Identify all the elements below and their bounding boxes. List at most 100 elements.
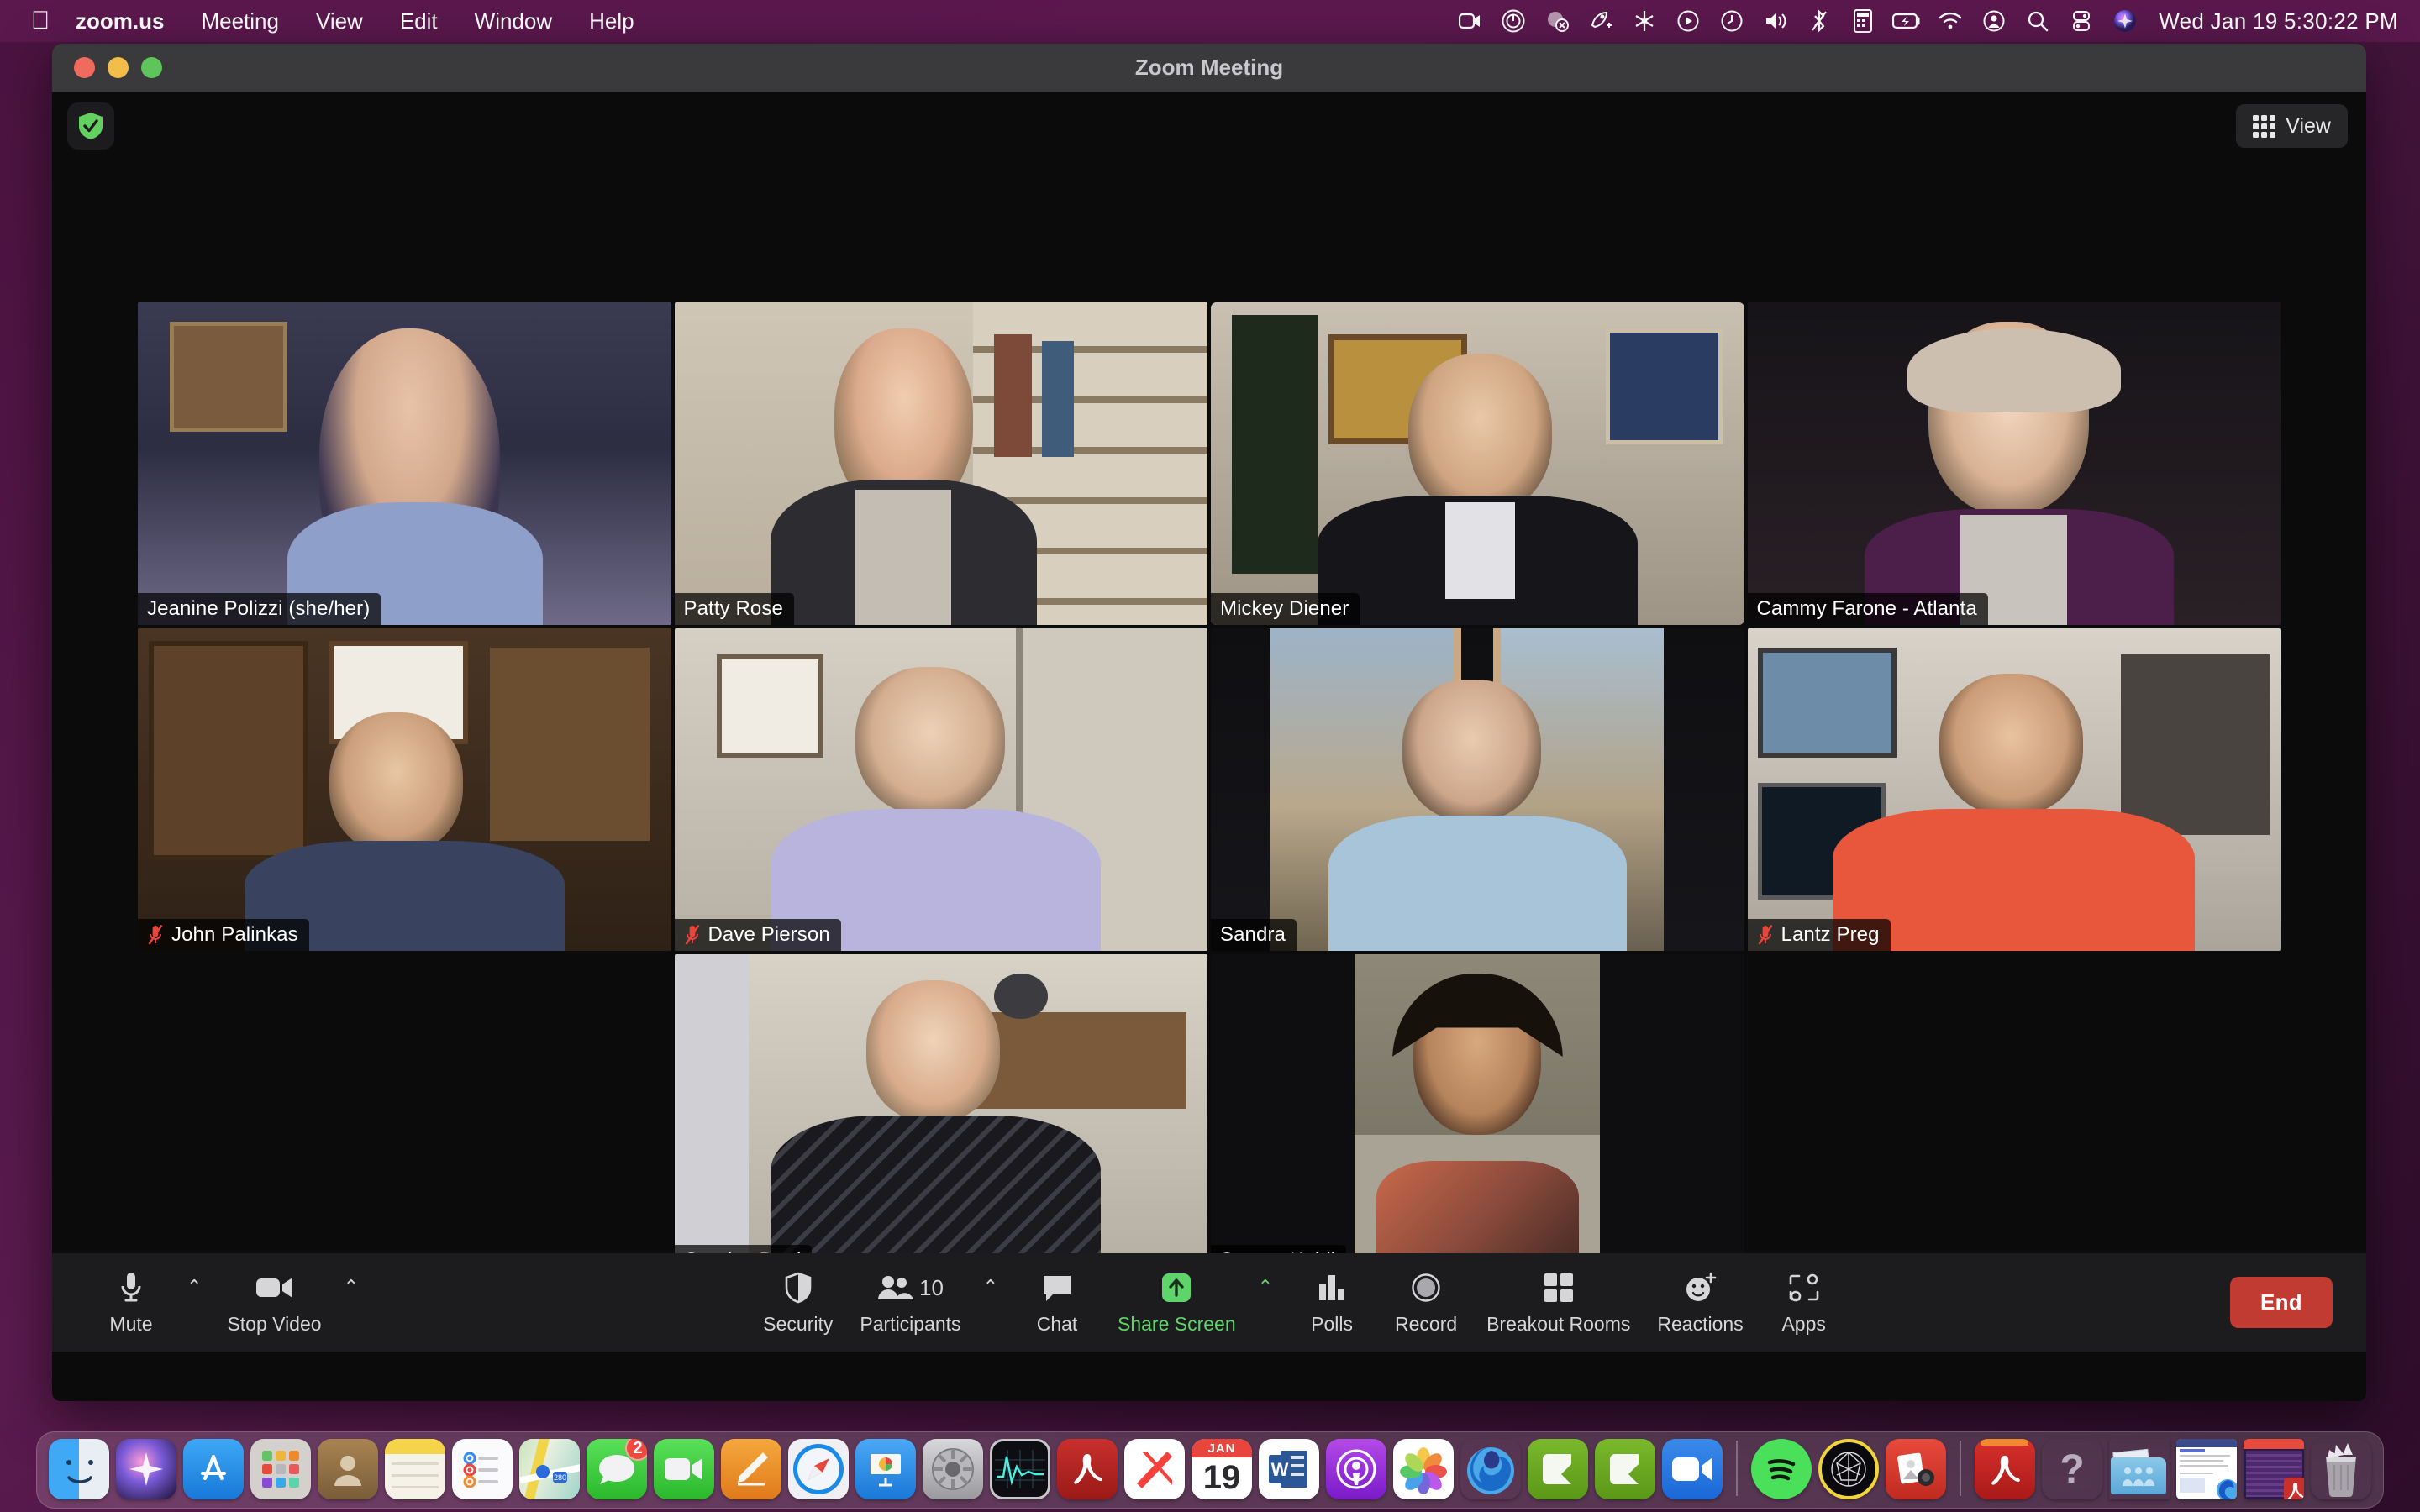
apple-logo-icon[interactable]:  — [24, 8, 57, 34]
keynote-icon[interactable] — [855, 1439, 916, 1499]
play-circle-icon[interactable] — [1666, 0, 1710, 42]
user-account-icon[interactable] — [1972, 0, 2016, 42]
participant-tile[interactable]: Cammy Farone - Atlanta — [1747, 302, 2281, 625]
control-center-icon[interactable] — [2060, 0, 2103, 42]
zoom-app-icon[interactable] — [1662, 1439, 1723, 1499]
volume-icon[interactable] — [1754, 0, 1797, 42]
participant-name: John Palinkas — [171, 923, 298, 946]
menu-bar-clock[interactable]: Wed Jan 19 5:30:22 PM — [2147, 8, 2398, 34]
camtasia-2-icon[interactable] — [1595, 1439, 1655, 1499]
participant-name: Patty Rose — [683, 597, 783, 620]
participant-name: Jeanine Polizzi (she/her) — [147, 597, 371, 620]
time-machine-icon[interactable] — [1710, 0, 1754, 42]
participant-row-3: Carolyn Byrd Seema Kohli — [138, 954, 2281, 1277]
speech-bubble-icon — [1041, 1269, 1073, 1306]
share-options-dropdown[interactable]: ⌃ — [1249, 1269, 1285, 1336]
activity-monitor-icon[interactable] — [990, 1439, 1050, 1499]
participant-tile[interactable]: Lantz Preg — [1747, 628, 2281, 951]
participant-tile[interactable]: Carolyn Byrd — [674, 954, 1207, 1277]
menu-item-view[interactable]: View — [297, 8, 381, 34]
view-layout-button[interactable]: View — [2236, 104, 2348, 148]
polls-button[interactable]: Polls — [1285, 1269, 1379, 1336]
messages-icon[interactable]: 2 — [587, 1439, 647, 1499]
participant-tile[interactable]: Jeanine Polizzi (she/her) — [138, 302, 671, 625]
participant-tile[interactable]: John Palinkas — [138, 628, 671, 951]
audio-options-dropdown[interactable]: ⌃ — [178, 1269, 213, 1336]
dj-app-icon[interactable] — [1818, 1439, 1879, 1499]
breakout-rooms-label: Breakout Rooms — [1486, 1313, 1631, 1335]
acrobat-reader-icon[interactable] — [1057, 1439, 1118, 1499]
minimized-browser-window-icon[interactable] — [2176, 1439, 2237, 1499]
camtasia-icon[interactable] — [1528, 1439, 1588, 1499]
security-button[interactable]: Security — [750, 1269, 846, 1336]
close-button[interactable] — [74, 57, 95, 78]
menu-item-window[interactable]: Window — [456, 8, 571, 34]
menu-item-edit[interactable]: Edit — [381, 8, 456, 34]
reactions-button[interactable]: Reactions — [1644, 1269, 1756, 1336]
system-preferences-icon[interactable] — [923, 1439, 983, 1499]
help-icon[interactable]: ? — [2042, 1439, 2102, 1499]
siri-icon[interactable] — [2103, 0, 2147, 42]
launchpad-icon[interactable] — [250, 1439, 311, 1499]
calendar-icon[interactable]: JAN 19 — [1192, 1439, 1252, 1499]
maximize-button[interactable] — [141, 57, 162, 78]
snowflake-icon[interactable] — [1623, 0, 1666, 42]
microphone-icon — [118, 1269, 144, 1306]
record-button[interactable]: Record — [1379, 1269, 1473, 1336]
participant-row-2: John Palinkas Dave Pierson Sandra Lantz … — [138, 628, 2281, 951]
snagit-icon[interactable] — [1886, 1439, 1946, 1499]
chevron-up-icon: ⌃ — [982, 1276, 998, 1297]
news-icon[interactable] — [1124, 1439, 1185, 1499]
participant-tile-active-speaker[interactable]: Mickey Diener — [1211, 302, 1744, 625]
breakout-rooms-button[interactable]: Breakout Rooms — [1473, 1269, 1644, 1336]
podcasts-icon[interactable] — [1326, 1439, 1386, 1499]
microsoft-word-icon[interactable]: W — [1259, 1439, 1319, 1499]
share-screen-button[interactable]: Share Screen — [1104, 1269, 1249, 1336]
participant-tile[interactable]: Patty Rose — [674, 302, 1207, 625]
reminders-icon[interactable] — [452, 1439, 513, 1499]
safari-icon[interactable] — [788, 1439, 849, 1499]
siri-icon[interactable] — [116, 1439, 176, 1499]
participant-tile[interactable]: Seema Kohli — [1211, 954, 1744, 1277]
trash-icon[interactable] — [2311, 1439, 2371, 1499]
firefox-icon[interactable] — [1460, 1439, 1521, 1499]
video-options-dropdown[interactable]: ⌃ — [335, 1269, 371, 1336]
participant-row-1: Jeanine Polizzi (she/her) Patty Rose Mic… — [138, 302, 2281, 625]
app-store-icon[interactable] — [183, 1439, 244, 1499]
stop-video-button[interactable]: Stop Video — [213, 1269, 334, 1336]
participants-options-dropdown[interactable]: ⌃ — [975, 1269, 1010, 1336]
apps-button[interactable]: Apps — [1757, 1269, 1851, 1336]
participant-tile[interactable]: Dave Pierson — [674, 628, 1207, 951]
pages-icon[interactable] — [721, 1439, 781, 1499]
participants-button[interactable]: 10 Participants — [846, 1269, 974, 1336]
video-feed — [674, 954, 1207, 1277]
screen-recording-icon[interactable] — [1448, 0, 1491, 42]
minimize-button[interactable] — [108, 57, 129, 78]
shield-check-icon[interactable] — [67, 102, 114, 150]
documents-folder-icon[interactable] — [2109, 1439, 2170, 1499]
search-icon[interactable] — [2016, 0, 2060, 42]
do-not-disturb-icon[interactable] — [1535, 0, 1579, 42]
menu-item-meeting[interactable]: Meeting — [182, 8, 297, 34]
rocket-icon[interactable] — [1579, 0, 1623, 42]
menu-item-help[interactable]: Help — [571, 8, 652, 34]
photos-icon[interactable] — [1393, 1439, 1454, 1499]
maps-icon[interactable]: 280 — [519, 1439, 580, 1499]
menu-item-zoom-us[interactable]: zoom.us — [57, 8, 182, 34]
wifi-icon[interactable] — [1928, 0, 1972, 42]
participant-tile[interactable]: Sandra — [1211, 628, 1744, 951]
zoom-record-circle-icon[interactable] — [1491, 0, 1535, 42]
mute-button[interactable]: Mute — [84, 1269, 178, 1336]
bluetooth-off-icon[interactable] — [1797, 0, 1841, 42]
calculator-icon[interactable] — [1841, 0, 1885, 42]
minimized-pdf-window-icon[interactable] — [2244, 1439, 2304, 1499]
notes-icon[interactable] — [385, 1439, 445, 1499]
battery-charging-icon[interactable] — [1885, 0, 1928, 42]
end-meeting-button[interactable]: End — [2229, 1277, 2333, 1328]
facetime-icon[interactable] — [654, 1439, 714, 1499]
acrobat-pro-icon[interactable] — [1975, 1439, 2035, 1499]
finder-icon[interactable] — [49, 1439, 109, 1499]
contacts-icon[interactable] — [318, 1439, 378, 1499]
chat-button[interactable]: Chat — [1010, 1269, 1104, 1336]
spotify-icon[interactable] — [1751, 1439, 1812, 1499]
